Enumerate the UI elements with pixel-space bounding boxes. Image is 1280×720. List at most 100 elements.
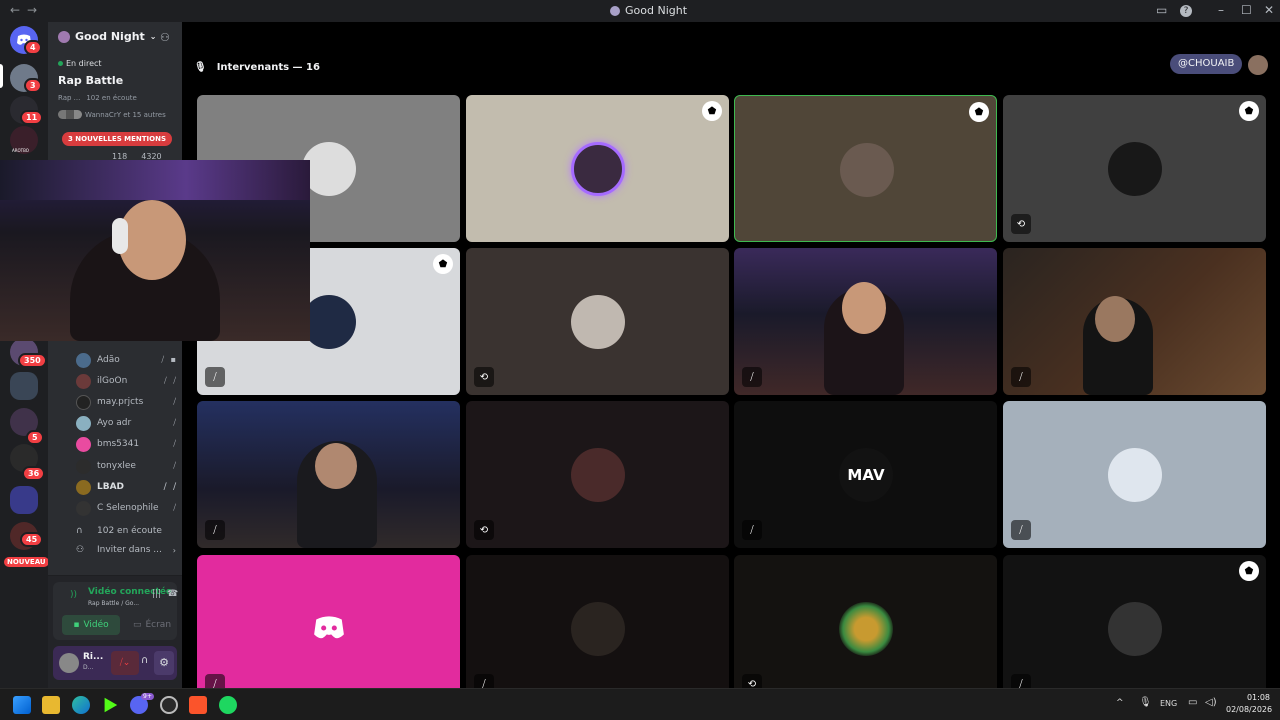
disconnect-icon[interactable]: ☎ xyxy=(167,589,178,599)
video-button[interactable]: ▪ Vidéo xyxy=(62,615,120,635)
avatar xyxy=(840,143,894,197)
mute-icon: ⧸ xyxy=(205,520,225,540)
gear-icon[interactable]: ⚙ xyxy=(154,651,174,675)
participant-tile[interactable]: ⬟ xyxy=(466,95,729,242)
mute-icon: ⧸ xyxy=(742,520,762,540)
list-item[interactable]: Ayo adr ⧸ xyxy=(76,414,182,432)
close-icon[interactable]: ✕ xyxy=(1264,3,1274,17)
avatar xyxy=(76,415,91,431)
volume-icon[interactable]: ◁) xyxy=(1205,697,1217,708)
voice-panel: )) Vidéo connectée Rap Battle / Go... ||… xyxy=(48,575,182,688)
mute-icon: ⧸ xyxy=(1011,674,1031,688)
deafen-icon: ⟲ xyxy=(474,367,494,387)
add-member-icon[interactable]: ⚇ xyxy=(160,31,170,44)
clock-time[interactable]: 01:08 xyxy=(1242,693,1270,702)
avatar[interactable] xyxy=(59,653,79,673)
steam-icon[interactable] xyxy=(160,696,178,714)
participant-tile[interactable]: ⟲ xyxy=(466,248,729,395)
brave-icon[interactable] xyxy=(189,696,207,714)
mute-mic-icon[interactable]: ⧸⌄ xyxy=(111,651,139,675)
list-item[interactable]: ilGoOn ⧸ ⧸ xyxy=(76,372,182,390)
list-item[interactable]: may.prjcts ⧸ xyxy=(76,393,182,411)
participant-tile[interactable]: MAV ⧸ xyxy=(734,401,997,548)
invite-label: Inviter dans ... xyxy=(97,545,162,555)
voice-location[interactable]: Rap Battle / Go... xyxy=(88,600,139,607)
list-item[interactable]: Adão ⧸ ▪ xyxy=(76,351,182,369)
user-panel: Ri... D... ⧸⌄ ∩ ⚙ xyxy=(53,646,177,680)
video-tile[interactable]: ⧸ xyxy=(197,401,460,548)
avatar: MAV xyxy=(839,448,893,502)
participant-tile[interactable]: ⧸ xyxy=(1003,401,1266,548)
server-icon-5[interactable] xyxy=(10,372,38,400)
stage-header-text: Intervenants — 16 xyxy=(216,62,320,73)
title-bar: ← → Good Night ▭ ? – ☐ ✕ xyxy=(0,0,1280,22)
event-title[interactable]: Rap Battle xyxy=(58,74,123,87)
windows-start-icon[interactable] xyxy=(13,696,31,714)
guild-header[interactable]: Good Night ⌄ xyxy=(58,30,157,43)
list-item[interactable]: LBAD ⧸ ⧸ xyxy=(76,478,182,496)
participant-tile[interactable]: ⟲ xyxy=(734,555,997,688)
minimize-icon[interactable]: – xyxy=(1218,3,1224,17)
invite-row[interactable]: ⚇ Inviter dans ... › xyxy=(76,541,182,559)
participant-tile[interactable]: ⬟ xyxy=(734,95,997,242)
maximize-icon[interactable]: ☐ xyxy=(1241,3,1252,17)
video-tile[interactable]: ⧸ xyxy=(1003,248,1266,395)
notification-badge: 3 xyxy=(24,78,42,93)
kick-icon[interactable] xyxy=(104,697,118,713)
network-icon[interactable]: ▭ xyxy=(1188,697,1197,708)
notification-badge: 5 xyxy=(26,430,44,445)
file-explorer-icon[interactable] xyxy=(42,696,60,714)
spotify-icon[interactable] xyxy=(219,696,237,714)
screen-share-button[interactable]: ▭ Écran xyxy=(124,615,180,635)
participant-tile[interactable]: ⬟ ⧸ xyxy=(1003,555,1266,688)
participant-tile[interactable]: ⟲ xyxy=(466,401,729,548)
avatar[interactable] xyxy=(1248,55,1268,75)
forward-arrow-icon[interactable]: → xyxy=(27,3,37,17)
noise-icon[interactable]: ||| xyxy=(152,589,161,599)
microphone-icon[interactable]: 🎙 xyxy=(1139,697,1152,708)
folder-icon[interactable] xyxy=(10,486,38,514)
mute-icon: ⧸ xyxy=(173,418,178,427)
avatar xyxy=(571,602,625,656)
participant-tile[interactable]: ⧸ xyxy=(197,555,460,688)
moderator-icon: ⬟ xyxy=(433,254,453,274)
window-title: Good Night xyxy=(610,4,687,17)
listeners-text: WannaCrY et 15 autres xyxy=(85,110,166,119)
pip-video[interactable] xyxy=(0,160,310,341)
headphones-shape xyxy=(112,218,128,254)
notification-badge: 350 xyxy=(18,353,47,368)
add-user-icon: ⚇ xyxy=(76,545,85,555)
avatar xyxy=(1108,448,1162,502)
clock-date[interactable]: 02/08/2026 xyxy=(1226,705,1272,714)
listening-count: 102 en écoute xyxy=(97,526,162,536)
mute-icon: ⧸ xyxy=(205,367,225,387)
stage-view: 🎙 Intervenants — 16 @CHOUAIB ⬟ ⬟ ⬟ ⟲ ⬟ ⧸… xyxy=(182,22,1280,688)
channel-sidebar: Good Night ⌄ ⚇ En direct Rap Battle Rap … xyxy=(48,22,182,688)
headphones-icon[interactable]: ∩ xyxy=(141,655,148,666)
list-item[interactable]: bms5341 ⧸ xyxy=(76,435,182,453)
back-arrow-icon[interactable]: ← xyxy=(10,3,20,17)
avatar xyxy=(302,295,356,349)
edge-icon[interactable] xyxy=(72,696,90,714)
help-icon[interactable]: ? xyxy=(1180,5,1192,17)
server-icon xyxy=(610,5,620,16)
mute-video-icon: ⧸ ▪ xyxy=(161,355,178,364)
inbox-icon[interactable]: ▭ xyxy=(1156,3,1167,17)
mentions-pill[interactable]: 3 NOUVELLES MENTIONS xyxy=(62,132,173,146)
face-shape xyxy=(118,200,186,280)
chevron-up-icon[interactable]: ^ xyxy=(1116,698,1124,708)
user-tag[interactable]: @CHOUAIB xyxy=(1170,54,1243,74)
language-indicator[interactable]: ENG xyxy=(1160,699,1177,708)
participant-tile[interactable]: ⧸ xyxy=(466,555,729,688)
list-item[interactable]: C Selenophile ⧸ xyxy=(76,499,182,517)
mute-icon: ⧸ xyxy=(173,461,178,470)
list-item[interactable]: tonyxlee ⧸ xyxy=(76,457,182,475)
video-tile[interactable]: ⧸ xyxy=(734,248,997,395)
participant-tile[interactable]: ⬟ ⟲ xyxy=(1003,95,1266,242)
chevron-down-icon: ⌄ xyxy=(149,32,157,41)
screen-button-label: Écran xyxy=(145,620,172,630)
member-name: tonyxlee xyxy=(97,461,136,471)
live-dot-icon xyxy=(58,61,63,66)
user-status: D... xyxy=(83,664,94,671)
event-sub: Rap ... xyxy=(58,94,81,102)
